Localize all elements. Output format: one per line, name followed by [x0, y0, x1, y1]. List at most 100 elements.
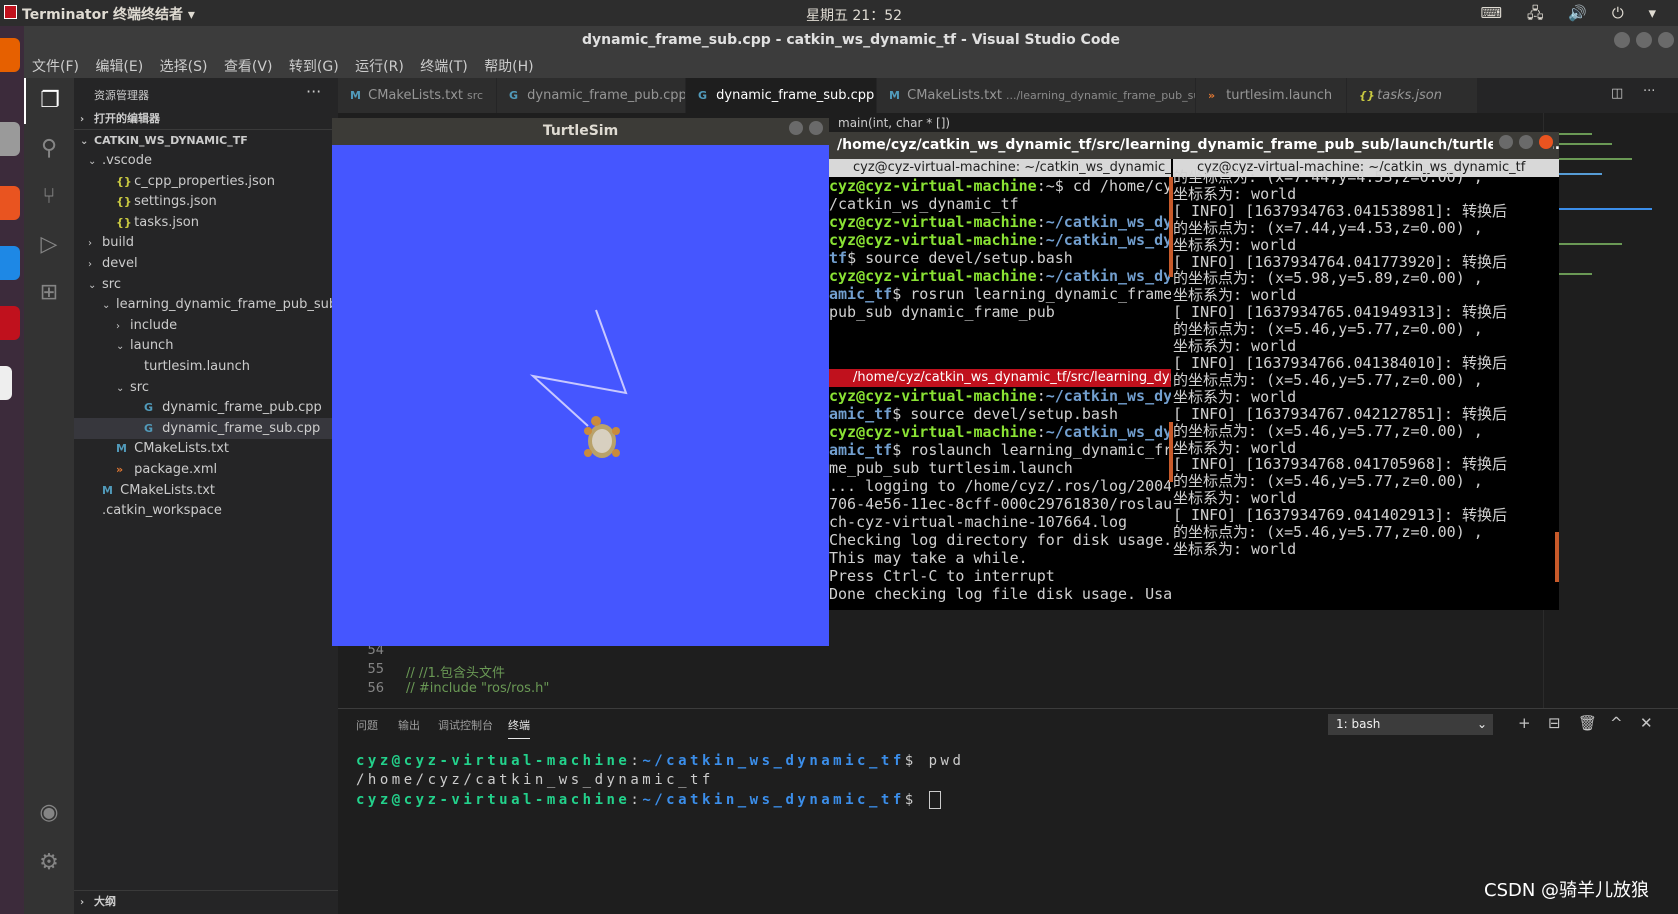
minimap-preview	[1552, 133, 1652, 275]
terminal-line: 坐标系为: world	[1173, 235, 1297, 254]
terminal-line: cyz@cyz-virtual-machine:~$ cd /home/cyz	[829, 177, 1171, 195]
terminal-pane-top-left[interactable]: cyz@cyz-virtual-machine: ~/catkin_ws_dyn…	[829, 159, 1171, 367]
menu-help[interactable]: 帮助(H)	[484, 56, 533, 76]
tree-item[interactable]: ⌄ .vscode	[74, 150, 338, 171]
chevron-down-icon: ⌄	[116, 341, 125, 353]
terminal-pane-bottom-left[interactable]: /home/cyz/catkin_ws_dynamic_tf/src/learn…	[829, 369, 1171, 610]
editor-more-icon[interactable]: ···	[1643, 84, 1655, 99]
files-icon[interactable]	[0, 122, 20, 156]
tree-item-label: turtlesim.launch	[144, 359, 251, 374]
menu-go[interactable]: 转到(G)	[289, 56, 339, 76]
maximize-panel-icon[interactable]: ^	[1610, 714, 1623, 732]
firefox-icon[interactable]	[0, 38, 20, 72]
terminal-line: 的坐标点为: (x=7.44,y=4.53,z=0.00) ,	[1173, 168, 1483, 186]
menu-view[interactable]: 查看(V)	[224, 56, 273, 76]
tree-item[interactable]: › devel	[74, 253, 338, 274]
code-comment: // //1.包含头文件	[406, 666, 506, 681]
tab-tasks-json[interactable]: {} tasks.json	[1347, 78, 1477, 113]
open-editors-section[interactable]: › 打开的编辑器	[74, 108, 338, 129]
tree-item[interactable]: .catkin_workspace	[74, 500, 338, 521]
close-panel-icon[interactable]: ✕	[1640, 714, 1653, 732]
tree-item-label: include	[130, 317, 178, 333]
window-controls[interactable]	[1608, 32, 1674, 52]
tree-item[interactable]: ⌄ launch	[74, 335, 338, 356]
terminal-pane-right[interactable]: cyz@cyz-virtual-machine: ~/catkin_ws_dyn…	[1173, 159, 1559, 610]
system-tray[interactable]: ⌨ 🖧 🔊 ⏻ ▾	[1480, 3, 1666, 28]
tree-item[interactable]: › build	[74, 232, 338, 253]
search-icon[interactable]: ⚲	[24, 126, 74, 172]
settings-gear-icon[interactable]: ⚙	[24, 840, 74, 886]
terminator-title-bar[interactable]: /home/cyz/catkin_ws_dynamic_tf/src/learn…	[829, 132, 1559, 159]
turtlesim-window[interactable]	[332, 118, 829, 646]
more-actions-icon[interactable]: ···	[306, 82, 321, 101]
terminal-line: 的坐标点为: (x=5.46,y=5.77,z=0.00) ,	[1173, 472, 1483, 491]
terminal-line: 坐标系为: world	[1173, 337, 1297, 356]
terminal-line: /catkin_ws_dynamic_tf	[829, 195, 1019, 213]
terminal-line: [ INFO] [1637934767.042127851]: 转换后	[1173, 404, 1507, 423]
panel-tab-terminal[interactable]: 终端	[508, 717, 530, 739]
source-control-icon[interactable]: ⑂	[24, 174, 74, 220]
tree-item[interactable]: {} c_cpp_properties.json	[74, 171, 338, 192]
run-debug-icon[interactable]: ▷	[24, 222, 74, 268]
shell-select[interactable]: 1: bash ⌄	[1328, 714, 1493, 735]
vscode-icon[interactable]	[0, 246, 20, 280]
tree-item[interactable]: M CMakeLists.txt	[74, 438, 338, 459]
terminal-line: cyz@cyz-virtual-machine:~/catkin_ws_dyn	[829, 231, 1171, 249]
tab-turtlesim-launch[interactable]: » turtlesim.launch	[1196, 78, 1346, 113]
tree-item[interactable]: {} settings.json	[74, 191, 338, 212]
window-icon[interactable]	[0, 366, 12, 400]
terminator-icon[interactable]	[0, 306, 20, 340]
tree-item[interactable]: {} tasks.json	[74, 212, 338, 233]
tree-item[interactable]: › include	[74, 315, 338, 336]
watermark: CSDN @骑羊儿放狼	[1484, 880, 1650, 901]
scrollbar[interactable]	[1555, 532, 1559, 582]
terminal-line[interactable]: cyz@cyz-virtual-machine:~/catkin_ws_dyna…	[356, 791, 941, 809]
window-controls[interactable]	[783, 118, 823, 145]
account-icon[interactable]: ◉	[24, 790, 74, 836]
turtlesim-canvas[interactable]	[332, 118, 829, 646]
panel-tab-output[interactable]: 输出	[398, 717, 420, 733]
explorer-sidebar: 资源管理器 ··· › 打开的编辑器 ⌄ CATKIN_WS_DYNAMIC_TF …	[74, 78, 338, 914]
tab-dynamic-frame-sub[interactable]: G dynamic_frame_sub.cpp✕	[686, 78, 876, 113]
window-controls[interactable]	[1493, 132, 1553, 159]
workspace-root[interactable]: ⌄ CATKIN_WS_DYNAMIC_TF	[74, 129, 338, 150]
panel-tab-debug-console[interactable]: 调试控制台	[438, 717, 493, 733]
explorer-icon[interactable]: ❐	[24, 78, 74, 124]
clock[interactable]: 星期五 21：52	[804, 5, 904, 25]
menu-run[interactable]: 运行(R)	[355, 56, 404, 76]
menu-edit[interactable]: 编辑(E)	[95, 56, 143, 76]
tree-item[interactable]: M CMakeLists.txt	[74, 480, 338, 501]
file-type-icon: {}	[116, 215, 132, 229]
tree-item[interactable]: G dynamic_frame_pub.cpp	[74, 397, 338, 418]
panel-tab-problems[interactable]: 问题	[356, 717, 378, 733]
menu-terminal[interactable]: 终端(T)	[420, 56, 467, 76]
menu-file[interactable]: 文件(F)	[32, 56, 79, 76]
split-terminal-icon[interactable]: ⊟	[1548, 714, 1561, 732]
tree-item[interactable]: » package.xml	[74, 459, 338, 480]
tree-item-label: CMakeLists.txt	[134, 441, 229, 457]
tree-item[interactable]: turtlesim.launch	[74, 356, 338, 377]
extensions-icon[interactable]: ⊞	[24, 270, 74, 316]
tree-item[interactable]: ⌄ learning_dynamic_frame_pub_sub	[74, 294, 338, 315]
file-type-icon: »	[116, 463, 124, 476]
menu-selection[interactable]: 选择(S)	[160, 56, 208, 76]
software-icon[interactable]	[0, 186, 20, 220]
tab-dynamic-frame-pub[interactable]: G dynamic_frame_pub.cpp	[497, 78, 685, 113]
tree-item-label: dynamic_frame_pub.cpp	[162, 400, 322, 416]
breadcrumb[interactable]: main(int, char * [])	[838, 116, 950, 130]
split-editor-icon[interactable]: ◫	[1611, 86, 1623, 101]
chevron-down-icon: ⌄	[102, 300, 111, 312]
line-number: 55	[367, 662, 384, 677]
tree-item[interactable]: ⌄ src	[74, 377, 338, 398]
minimap[interactable]	[1543, 113, 1665, 708]
trash-icon[interactable]: 🗑	[1578, 714, 1597, 732]
active-app-menu[interactable]: Terminator 终端终结者 ▾	[22, 4, 195, 24]
tree-item-label: .catkin_workspace	[102, 503, 222, 519]
tree-item[interactable]: ⌄ src	[74, 274, 338, 295]
tree-item[interactable]: G dynamic_frame_sub.cpp	[74, 417, 338, 439]
new-terminal-icon[interactable]: +	[1518, 714, 1531, 732]
turtlesim-title-bar[interactable]: TurtleSim	[332, 118, 829, 145]
tab-cmakelists-pkg[interactable]: M CMakeLists.txt .../learning_dynamic_fra…	[877, 78, 1195, 113]
tab-cmakelists-src[interactable]: M CMakeLists.txt src	[338, 78, 496, 113]
cmake-icon: M	[889, 89, 900, 102]
